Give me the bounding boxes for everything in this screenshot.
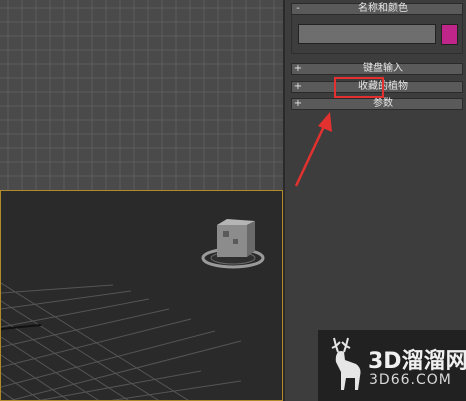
- expand-icon: +: [293, 63, 303, 74]
- rollout-name-and-color[interactable]: - 名称和颜色: [291, 3, 463, 15]
- top-viewport-grid: [0, 0, 283, 190]
- plant-object-icon[interactable]: [199, 215, 269, 275]
- deer-logo-icon: [331, 337, 361, 390]
- watermark-url: 3D66.COM: [369, 372, 452, 388]
- rollout-label: 名称和颜色: [358, 3, 408, 14]
- rollout-keyboard-entry[interactable]: + 键盘输入: [291, 63, 463, 75]
- watermark-title: 3D溜溜网: [368, 349, 466, 374]
- perspective-viewport[interactable]: [0, 190, 283, 401]
- expand-icon: +: [293, 81, 303, 92]
- object-color-swatch[interactable]: [441, 24, 458, 45]
- red-arrow-icon: [294, 112, 332, 187]
- top-viewport[interactable]: [0, 0, 283, 192]
- rollout-label: 键盘输入: [363, 63, 403, 74]
- object-name-input[interactable]: [298, 24, 436, 44]
- collapse-icon: -: [296, 3, 300, 14]
- annotation-highlight-box: [334, 77, 384, 98]
